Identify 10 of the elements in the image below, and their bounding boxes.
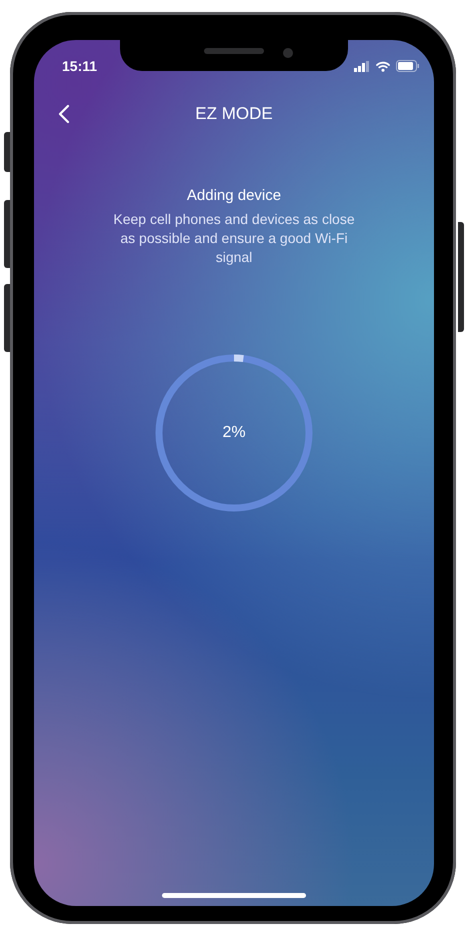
progress-percent: 2% (222, 424, 246, 441)
signal-icon (354, 60, 370, 72)
screen-title: EZ MODE (195, 103, 273, 125)
wifi-icon (376, 60, 390, 72)
status-heading: Adding device (186, 186, 282, 206)
instruction-text: Keep cell phones and devices as close as possible and ensure a good Wi-Fi signal (112, 210, 356, 267)
battery-icon (396, 60, 420, 72)
camera-icon (283, 48, 293, 58)
status-time: 15:11 (62, 58, 98, 74)
speaker-icon (204, 48, 264, 54)
